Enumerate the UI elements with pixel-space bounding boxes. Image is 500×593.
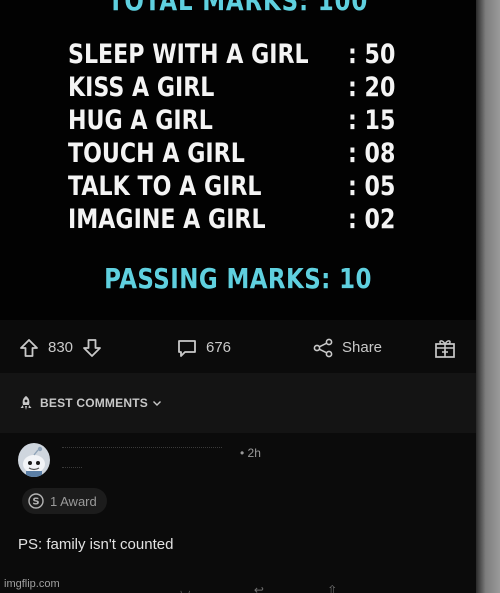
sort-label: BEST COMMENTS	[40, 396, 148, 410]
watermark: imgflip.com	[4, 578, 60, 590]
comment-count: 676	[206, 339, 232, 356]
score-points: : 05	[348, 171, 396, 202]
rocket-icon	[20, 396, 32, 410]
gift-box-icon	[435, 340, 455, 358]
award-label: 1 Award	[50, 493, 97, 509]
score-activity: HUG A GIRL	[68, 105, 213, 136]
score-points: : 20	[348, 72, 396, 103]
score-activity: TALK TO A GIRL	[68, 171, 262, 202]
score-points: : 02	[348, 204, 396, 235]
passing-marks: PASSING MARKS: 10	[104, 262, 372, 295]
score-activity: SLEEP WITH A GIRL	[68, 39, 309, 70]
speech-bubble-icon	[178, 340, 196, 357]
reply-icon[interactable]: ↩	[254, 583, 264, 593]
score-points: : 15	[348, 105, 396, 136]
award-icon[interactable]: ◡	[180, 583, 190, 593]
sort-comments-button[interactable]: BEST COMMENTS	[18, 395, 162, 411]
score-row: IMAGINE A GIRL : 02	[68, 203, 428, 236]
screen-edge	[476, 0, 500, 593]
svg-text:S: S	[32, 497, 39, 508]
share-label: Share	[342, 339, 383, 356]
chevron-down-icon	[152, 401, 161, 406]
award-button[interactable]	[433, 337, 457, 359]
vote-count: 830	[48, 339, 74, 356]
score-row: KISS A GIRL : 20	[68, 71, 428, 104]
score-row: HUG A GIRL : 15	[68, 104, 428, 137]
post-action-bar: 830 676 Share	[0, 325, 476, 371]
meme-heading: TOTAL MARKS: 100	[107, 0, 369, 17]
comments-sort-bar: BEST COMMENTS	[0, 373, 476, 433]
silver-award-icon: S	[28, 493, 44, 509]
share-button[interactable]: Share	[312, 337, 382, 359]
comment: • 2h S 1 Award PS: family isn't counted …	[0, 433, 476, 593]
score-activity: IMAGINE A GIRL	[68, 204, 266, 235]
score-points: : 50	[348, 39, 396, 70]
score-activity: KISS A GIRL	[68, 72, 215, 103]
author-flair-blurred	[62, 467, 82, 474]
comments-button[interactable]: 676	[176, 337, 231, 359]
score-activity: TOUCH A GIRL	[68, 138, 245, 169]
snoo-avatar-icon[interactable]	[18, 443, 50, 477]
post-image[interactable]: TOTAL MARKS: 100 SLEEP WITH A GIRL : 50 K…	[0, 0, 476, 320]
score-row: TALK TO A GIRL : 05	[68, 170, 428, 203]
share-icon	[313, 338, 333, 358]
upvote-icon[interactable]: ⇧	[327, 583, 337, 593]
comment-body: PS: family isn't counted	[18, 536, 174, 553]
arrow-up-icon[interactable]	[18, 337, 40, 359]
app-screen: TOTAL MARKS: 100 SLEEP WITH A GIRL : 50 K…	[0, 0, 476, 593]
comment-timestamp: • 2h	[240, 446, 261, 460]
score-points: : 08	[348, 138, 396, 169]
score-list: SLEEP WITH A GIRL : 50 KISS A GIRL : 20 HU…	[68, 38, 428, 236]
comment-actions-partial: ◡ ↩ ⇧	[180, 583, 397, 593]
author-name-blurred[interactable]	[62, 447, 222, 456]
arrow-down-icon[interactable]	[81, 337, 103, 359]
vote-group: 830	[18, 337, 103, 359]
score-row: TOUCH A GIRL : 08	[68, 137, 428, 170]
award-badge[interactable]: S 1 Award	[22, 488, 107, 514]
score-row: SLEEP WITH A GIRL : 50	[68, 38, 428, 71]
